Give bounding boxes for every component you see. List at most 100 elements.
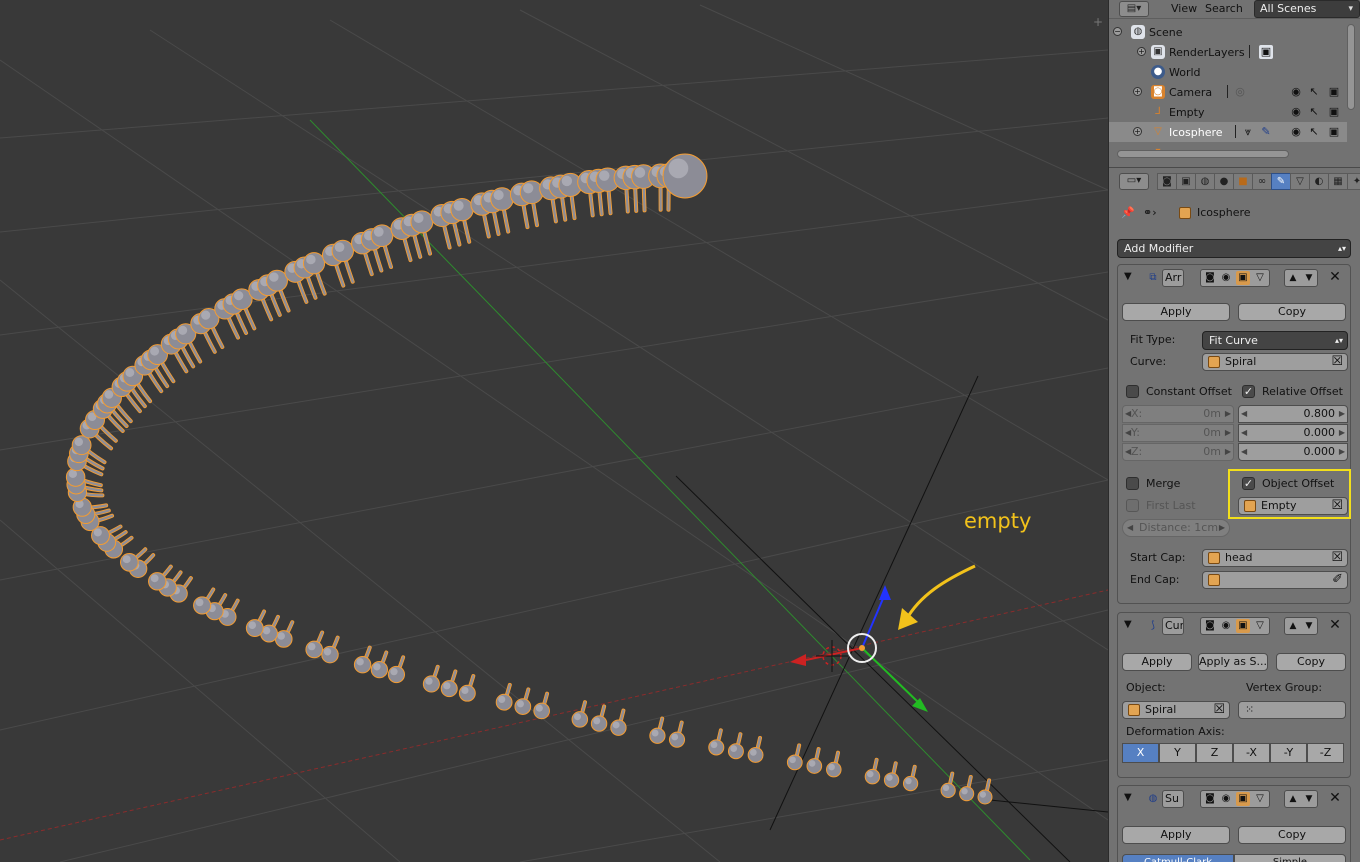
axis-z-button[interactable]: Z <box>1196 743 1233 763</box>
end-cap-field[interactable]: ✐ <box>1202 571 1348 589</box>
tree-row-empty[interactable]: ⅃ Empty ◉ ↖ ▣ <box>1109 102 1347 122</box>
apply-button[interactable]: Apply <box>1122 826 1230 844</box>
modifier-name-field[interactable]: Arr <box>1162 269 1184 287</box>
first-last-checkbox[interactable] <box>1126 499 1139 512</box>
data-tab-icon[interactable]: ▽ <box>1290 173 1310 190</box>
render-camera-icon[interactable]: ▣ <box>1327 105 1341 119</box>
viewport-eye-icon[interactable]: ◉ <box>1219 792 1233 806</box>
render-camera-icon[interactable]: ◙ <box>1203 271 1217 285</box>
world-tab-icon[interactable]: ● <box>1214 173 1234 190</box>
pin-icon[interactable]: 📌 <box>1121 206 1135 219</box>
cage-vertex-icon[interactable]: ▽ <box>1253 271 1267 285</box>
tree-row-icosphere[interactable]: + ▽ Icosphere ⩔ ✎ ◉ ↖ ▣ <box>1109 122 1347 142</box>
tree-row-renderlayers[interactable]: + ▣ RenderLayers ▣ <box>1109 42 1347 62</box>
relative-z-field[interactable]: ◀ 0.000 ▶ <box>1238 443 1348 461</box>
apply-button[interactable]: Apply <box>1122 303 1230 321</box>
editmode-icon[interactable]: ▣ <box>1236 619 1250 633</box>
eyedropper-icon[interactable]: ✐ <box>1332 572 1343 588</box>
tab-simple[interactable]: Simple <box>1234 854 1346 862</box>
apply-button[interactable]: Apply <box>1122 653 1192 671</box>
tree-row-scene[interactable]: − ◍ Scene <box>1109 22 1347 42</box>
visibility-eye-icon[interactable]: ◉ <box>1289 125 1303 139</box>
relative-offset-checkbox[interactable]: ✓ <box>1242 385 1255 398</box>
expand-icon[interactable]: + <box>1137 47 1146 56</box>
axis-neg-y-button[interactable]: -Y <box>1270 743 1307 763</box>
scene-tab-icon[interactable]: ◍ <box>1195 173 1215 190</box>
3d-viewport[interactable]: empty + <box>0 0 1108 862</box>
relative-y-field[interactable]: ◀ 0.000 ▶ <box>1238 424 1348 442</box>
editmode-icon[interactable]: ▣ <box>1236 792 1250 806</box>
collapse-triangle-icon[interactable]: ▼ <box>1124 792 1132 803</box>
constant-x-field[interactable]: ◀ X: 0m ▶ <box>1122 405 1234 423</box>
axis-x-button[interactable]: X <box>1122 743 1159 763</box>
add-modifier-dropdown[interactable]: Add Modifier ▴▾ <box>1117 239 1351 258</box>
copy-button[interactable]: Copy <box>1238 826 1346 844</box>
fit-type-dropdown[interactable]: Fit Curve ▴▾ <box>1202 331 1348 350</box>
expand-icon[interactable]: + <box>1133 87 1142 96</box>
editmode-icon[interactable]: ▣ <box>1236 271 1250 285</box>
curve-object-field[interactable]: Spiral ☒ <box>1122 701 1230 719</box>
move-up-icon[interactable]: ▲ <box>1285 791 1301 807</box>
outliner-vertical-scrollbar[interactable] <box>1347 24 1355 110</box>
render-camera-icon[interactable]: ▣ <box>1327 85 1341 99</box>
outliner-horizontal-scrollbar[interactable] <box>1117 150 1289 158</box>
render-camera-icon[interactable]: ▣ <box>1327 125 1341 139</box>
render-tab-icon[interactable]: ◙ <box>1157 173 1177 190</box>
object-tab-icon[interactable]: ■ <box>1233 173 1253 190</box>
editor-type-icon[interactable]: ▭▾ <box>1119 173 1149 190</box>
cage-vertex-icon[interactable]: ▽ <box>1253 792 1267 806</box>
menu-search[interactable]: Search <box>1205 2 1243 15</box>
collapse-triangle-icon[interactable]: ▼ <box>1124 619 1132 630</box>
move-down-icon[interactable]: ▼ <box>1301 270 1317 286</box>
viewport-eye-icon[interactable]: ◉ <box>1219 271 1233 285</box>
apply-as-shape-button[interactable]: Apply as S... <box>1198 653 1268 671</box>
expand-icon[interactable]: + <box>1133 127 1142 136</box>
clear-x-icon[interactable]: ☒ <box>1331 354 1343 370</box>
editor-type-icon[interactable]: ▤▾ <box>1119 1 1149 17</box>
clear-x-icon[interactable]: ☒ <box>1213 702 1225 718</box>
select-arrow-icon[interactable]: ↖ <box>1307 125 1321 139</box>
visibility-eye-icon[interactable]: ◉ <box>1289 85 1303 99</box>
display-mode-dropdown[interactable]: All Scenes ▾ <box>1254 0 1360 18</box>
copy-button[interactable]: Copy <box>1238 303 1346 321</box>
viewport-eye-icon[interactable]: ◉ <box>1219 619 1233 633</box>
remove-modifier-close-icon[interactable]: ✕ <box>1328 791 1342 805</box>
axis-neg-z-button[interactable]: -Z <box>1307 743 1344 763</box>
select-arrow-icon[interactable]: ↖ <box>1307 105 1321 119</box>
merge-distance-field[interactable]: ◀ Distance: 1cm ▶ <box>1122 519 1230 537</box>
select-arrow-icon[interactable]: ↖ <box>1307 85 1321 99</box>
texture-tab-icon[interactable]: ▦ <box>1328 173 1348 190</box>
move-up-icon[interactable]: ▲ <box>1285 270 1301 286</box>
transform-gizmo[interactable] <box>790 585 928 712</box>
constraints-tab-icon[interactable]: ∞ <box>1252 173 1272 190</box>
clear-x-icon[interactable]: ☒ <box>1331 550 1343 566</box>
tab-catmull-clark[interactable]: Catmull-Clark <box>1122 854 1234 862</box>
move-down-icon[interactable]: ▼ <box>1301 791 1317 807</box>
collapse-icon[interactable]: − <box>1113 27 1122 36</box>
curve-object-field[interactable]: Spiral ☒ <box>1202 353 1348 371</box>
constant-offset-checkbox[interactable] <box>1126 385 1139 398</box>
visibility-eye-icon[interactable]: ◉ <box>1289 105 1303 119</box>
tree-row-partial[interactable]: ▾ <box>1109 142 1347 150</box>
particles-tab-icon[interactable]: ✦ <box>1347 173 1360 190</box>
relative-x-field[interactable]: ◀ 0.800 ▶ <box>1238 405 1348 423</box>
copy-button[interactable]: Copy <box>1276 653 1346 671</box>
menu-view[interactable]: View <box>1171 2 1197 15</box>
remove-modifier-close-icon[interactable]: ✕ <box>1328 270 1342 284</box>
viewport-canvas[interactable] <box>0 0 1108 862</box>
render-layers-tab-icon[interactable]: ▣ <box>1176 173 1196 190</box>
area-split-plus-icon[interactable]: + <box>1093 16 1105 28</box>
material-tab-icon[interactable]: ◐ <box>1309 173 1329 190</box>
merge-checkbox[interactable] <box>1126 477 1139 490</box>
remove-modifier-close-icon[interactable]: ✕ <box>1328 618 1342 632</box>
tree-row-camera[interactable]: + ◙ Camera ◎ ◉ ↖ ▣ <box>1109 82 1347 102</box>
axis-y-button[interactable]: Y <box>1159 743 1196 763</box>
modifiers-wrench-tab-icon[interactable]: ✎ <box>1271 173 1291 190</box>
modifier-name-field[interactable]: Cur <box>1162 617 1184 635</box>
render-camera-icon[interactable]: ◙ <box>1203 792 1217 806</box>
render-camera-icon[interactable]: ◙ <box>1203 619 1217 633</box>
collapse-triangle-icon[interactable]: ▼ <box>1124 271 1132 282</box>
start-cap-field[interactable]: head ☒ <box>1202 549 1348 567</box>
constant-z-field[interactable]: ◀ Z: 0m ▶ <box>1122 443 1234 461</box>
tree-row-world[interactable]: ● World <box>1109 62 1347 82</box>
